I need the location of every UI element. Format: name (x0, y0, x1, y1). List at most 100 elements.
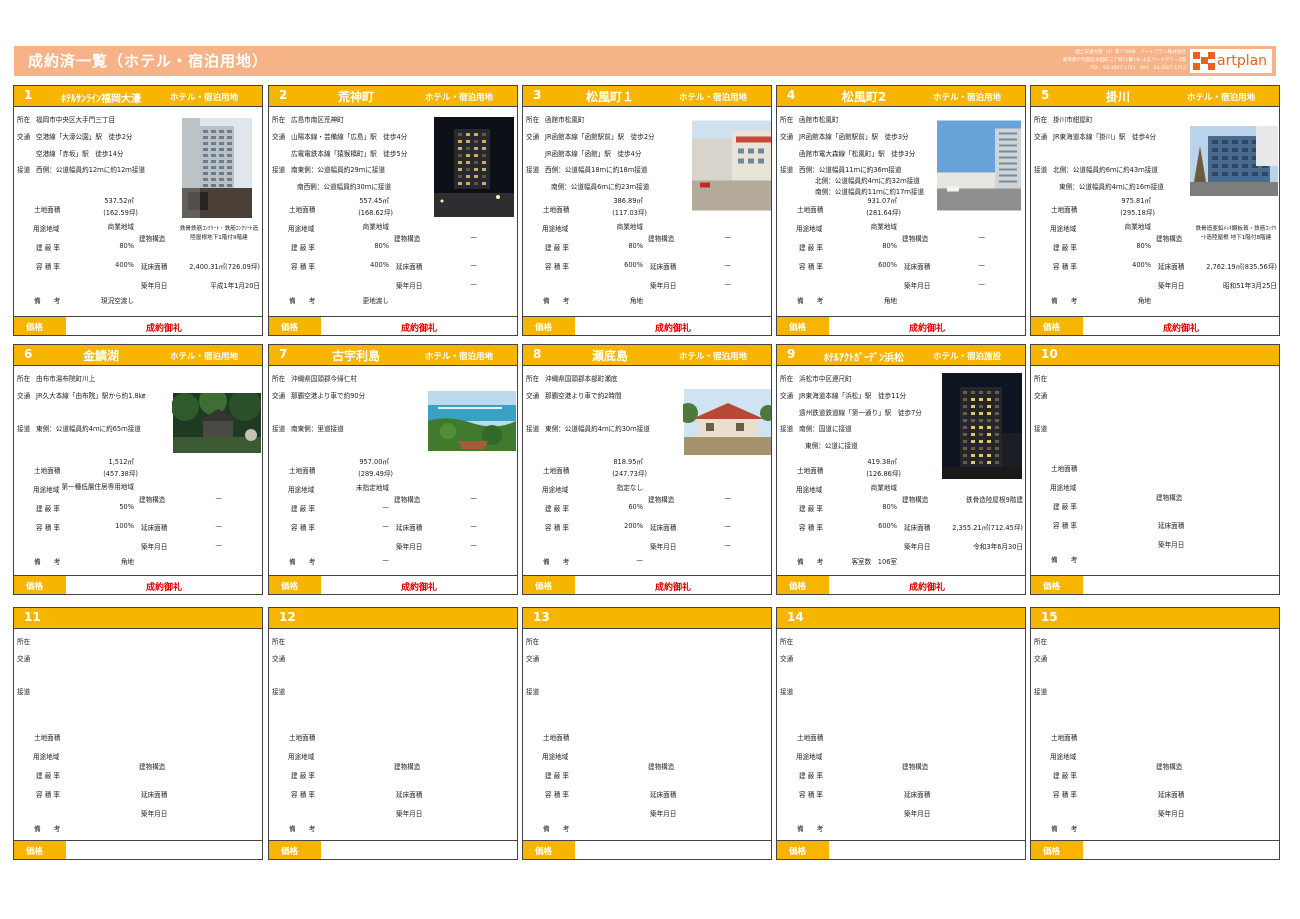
listing-card[interactable]: 1 ﾎﾃﾙｻﾝﾗｲﾝ福岡大濠 ホテル・宿泊用地 所在 交通 福岡市中央区大手門三丁目 空港線… (13, 85, 263, 336)
built-date-value: — (724, 280, 731, 288)
zoning-label: 用途地域 (288, 753, 315, 761)
structure-value: 鉄骨造陸屋根9階建 (966, 496, 1023, 504)
far-label: 容 積 率 (1053, 263, 1077, 271)
structure-label: 建物構造 (139, 235, 166, 243)
built-date-label: 築年月日 (396, 543, 423, 551)
far-value: 200% (624, 522, 643, 530)
road-label: 接道 (1034, 166, 1048, 174)
remarks-label: 備 考 (1051, 297, 1078, 305)
structure-value: — (470, 494, 477, 502)
land-area-label: 土地面積 (1051, 734, 1078, 742)
coverage-label: 建 蔽 率 (799, 244, 823, 252)
listing-type: ホテル・宿泊用地 (169, 93, 238, 103)
access-label: 交通 (526, 133, 540, 141)
listing-card[interactable]: 4 松風町2 ホテル・宿泊用地 所在 交通 函館市松風町 JR函館本線「函館駅前」駅 徒歩3… (776, 85, 1026, 336)
access-line: 山陽本線・芸備線「広島」駅 徒歩4分 (291, 133, 408, 141)
page-title: 成約済一覧（ホテル・宿泊用地） (28, 52, 269, 70)
price-row: 価格 (523, 840, 771, 859)
road-label: 接道 (272, 688, 286, 696)
card-header: 8 瀬底島 ホテル・宿泊用地 (523, 345, 771, 366)
remarks-label: 備 考 (1051, 556, 1078, 564)
structure-value: — (470, 233, 477, 241)
remarks-value: 角地 (629, 297, 643, 305)
zoning-label: 用途地域 (542, 753, 569, 761)
road-line: 南東側：公道幅員約29ｍに接道 (291, 166, 386, 174)
price-label: 価格 (777, 317, 829, 335)
listing-card[interactable]: 11 所在 交通 接道 土地面積 用途地域建 蔽 率容 積 率備 考 建物構造 延床面積 築年月… (13, 607, 263, 860)
listing-card[interactable]: 8 瀬底島 ホテル・宿泊用地 所在 交通 沖縄県国頭郡本部町瀬底 那覇空港より車で約2時間接… (522, 344, 772, 595)
zoning-value: 第一種低層住居専用地域 (61, 483, 134, 491)
listing-card[interactable]: 14 所在 交通 接道 土地面積 用途地域建 蔽 率容 積 率備 考 建物構造 延床面積 築年月… (776, 607, 1026, 860)
coverage-label: 建 蔽 率 (1053, 244, 1077, 252)
price-label: 価格 (269, 841, 321, 859)
location-value: 沖縄県国頭郡今帰仁村 (291, 375, 357, 383)
structure-value: 鉄骨造亜鉛ﾒｯｷ鋼板葺・鉄筋ｺﾝｸﾘｰﾄ造陸屋根 地下1階付8階建 (1195, 226, 1277, 241)
land-area-label: 土地面積 (543, 734, 570, 742)
listing-card[interactable]: 6 金鱗湖 ホテル・宿泊用地 所在 交通 由布市湯布院町川上 JR久大本線「由布院」駅から約… (13, 344, 263, 595)
structure-label: 建物構造 (1156, 494, 1183, 502)
card-header: 2 荒神町 ホテル・宿泊用地 (269, 86, 517, 107)
listing-card[interactable]: 12 所在 交通 接道 土地面積 用途地域建 蔽 率容 積 率備 考 建物構造 延床面積 築年月… (268, 607, 518, 860)
location-label: 所在 (17, 638, 31, 646)
land-area-value: 975.81㎡ (1121, 197, 1151, 205)
floor-area-label: 延床面積 (650, 524, 677, 532)
location-label: 所在 (1034, 375, 1048, 383)
far-label: 容 積 率 (36, 791, 60, 799)
structure-label: 建物構造 (139, 763, 166, 771)
built-date-value: — (724, 541, 731, 549)
listing-card[interactable]: 5 掛川 ホテル・宿泊用地 所在 交通 掛川市紺屋町 JR東海道本線「掛川」駅 徒歩4分 接道… (1030, 85, 1280, 336)
listing-card[interactable]: 13 所在 交通 接道 土地面積 用途地域建 蔽 率容 積 率備 考 建物構造 延床面積 築年月… (522, 607, 772, 860)
zoning-label: 用途地域 (542, 225, 569, 233)
location-value: 広島市南区荒神町 (291, 116, 344, 124)
built-date-value: — (470, 280, 477, 288)
location-label: 所在 (1034, 638, 1048, 646)
floor-area-label: 延床面積 (650, 791, 677, 799)
remarks-label: 備 考 (34, 825, 61, 833)
listing-card[interactable]: 9 ﾎﾃﾙｱｸﾄｶﾞｰﾃﾞﾝ浜松 ホテル・宿泊施設 所在 交通 浜松市中区連尺町 JR東海道… (776, 344, 1026, 595)
road-line: 南西側：公道幅員約30ｍに接道 (297, 183, 392, 191)
listing-card[interactable]: 2 荒神町 ホテル・宿泊用地 所在 交通 広島市南区荒神町 山陽本線・芸備線「広島」駅 徒歩… (268, 85, 518, 336)
coverage-value: 50% (119, 503, 134, 511)
structure-label: 建物構造 (1156, 235, 1183, 243)
road-line: 南側：公道幅員6ｍに約23ｍ接道 (551, 183, 650, 191)
access-label: 交通 (780, 133, 794, 141)
location-label: 所在 (272, 375, 286, 383)
road-line: 東側：公道幅員約4ｍに約16ｍ接道 (1059, 183, 1164, 191)
road-label: 接道 (780, 425, 794, 433)
listing-card[interactable]: 15 所在 交通 接道 土地面積 用途地域建 蔽 率容 積 率備 考 建物構造 延床面積 築年月… (1030, 607, 1280, 860)
coverage-value: 80% (374, 242, 389, 250)
location-label: 所在 (272, 638, 286, 646)
price-value: 成約御礼 (908, 324, 945, 334)
land-area-value: 1,512㎡ (108, 458, 134, 466)
location-label: 所在 (17, 116, 31, 124)
card-header: 7 古宇利島 ホテル・宿泊用地 (269, 345, 517, 366)
property-photo (683, 389, 771, 455)
price-row: 価格 成約御礼 (269, 316, 517, 335)
built-date-value: — (215, 541, 222, 549)
zoning-label: 用途地域 (288, 225, 315, 233)
structure-label: 建物構造 (648, 235, 675, 243)
coverage-value: 80% (628, 242, 643, 250)
road-line: 東側：公道幅員約4ｍに約65ｍ接道 (36, 425, 141, 433)
far-value: 400% (115, 261, 134, 269)
coverage-label: 建 蔽 率 (291, 772, 315, 780)
location-value: 掛川市紺屋町 (1053, 116, 1093, 124)
floor-area-value: 2,355.21㎡(712.45坪) (952, 524, 1023, 532)
road-label: 接道 (1034, 425, 1048, 433)
far-label: 容 積 率 (291, 263, 315, 271)
zoning-value: 商業地域 (107, 223, 134, 231)
card-header: 10 (1031, 345, 1279, 366)
built-date-value: 平成1年1月20日 (210, 282, 260, 290)
listing-card[interactable]: 10 所在 交通 接道 土地面積 用途地域建 蔽 率容 積 率備 考 建物構造 延床面積 築年月… (1030, 344, 1280, 595)
listing-card[interactable]: 7 古宇利島 ホテル・宿泊用地 所在 交通 沖縄県国頭郡今帰仁村 那覇空港より車で約90分接… (268, 344, 518, 595)
structure-value: 鉄骨鉄筋ｺﾝｸﾘｰﾄ・鉄筋ｺﾝｸﾘｰﾄ造 陸屋根地下1階付9階建 (179, 226, 259, 241)
built-date-label: 築年月日 (141, 543, 168, 551)
property-photo (182, 116, 252, 220)
listing-name: 荒神町 (337, 90, 374, 104)
zoning-value: 商業地域 (616, 223, 643, 231)
listing-name: ﾎﾃﾙｻﾝﾗｲﾝ福岡大濠 (61, 94, 141, 105)
listing-card[interactable]: 3 松風町１ ホテル・宿泊用地 所在 交通 函館市松風町 JR函館本線「函館駅前」駅 徒歩2… (522, 85, 772, 336)
remarks-value: — (636, 556, 643, 564)
zoning-value: 商業地域 (870, 223, 897, 231)
floor-area-value: 2,400.31㎡(726.09坪) (189, 263, 260, 271)
